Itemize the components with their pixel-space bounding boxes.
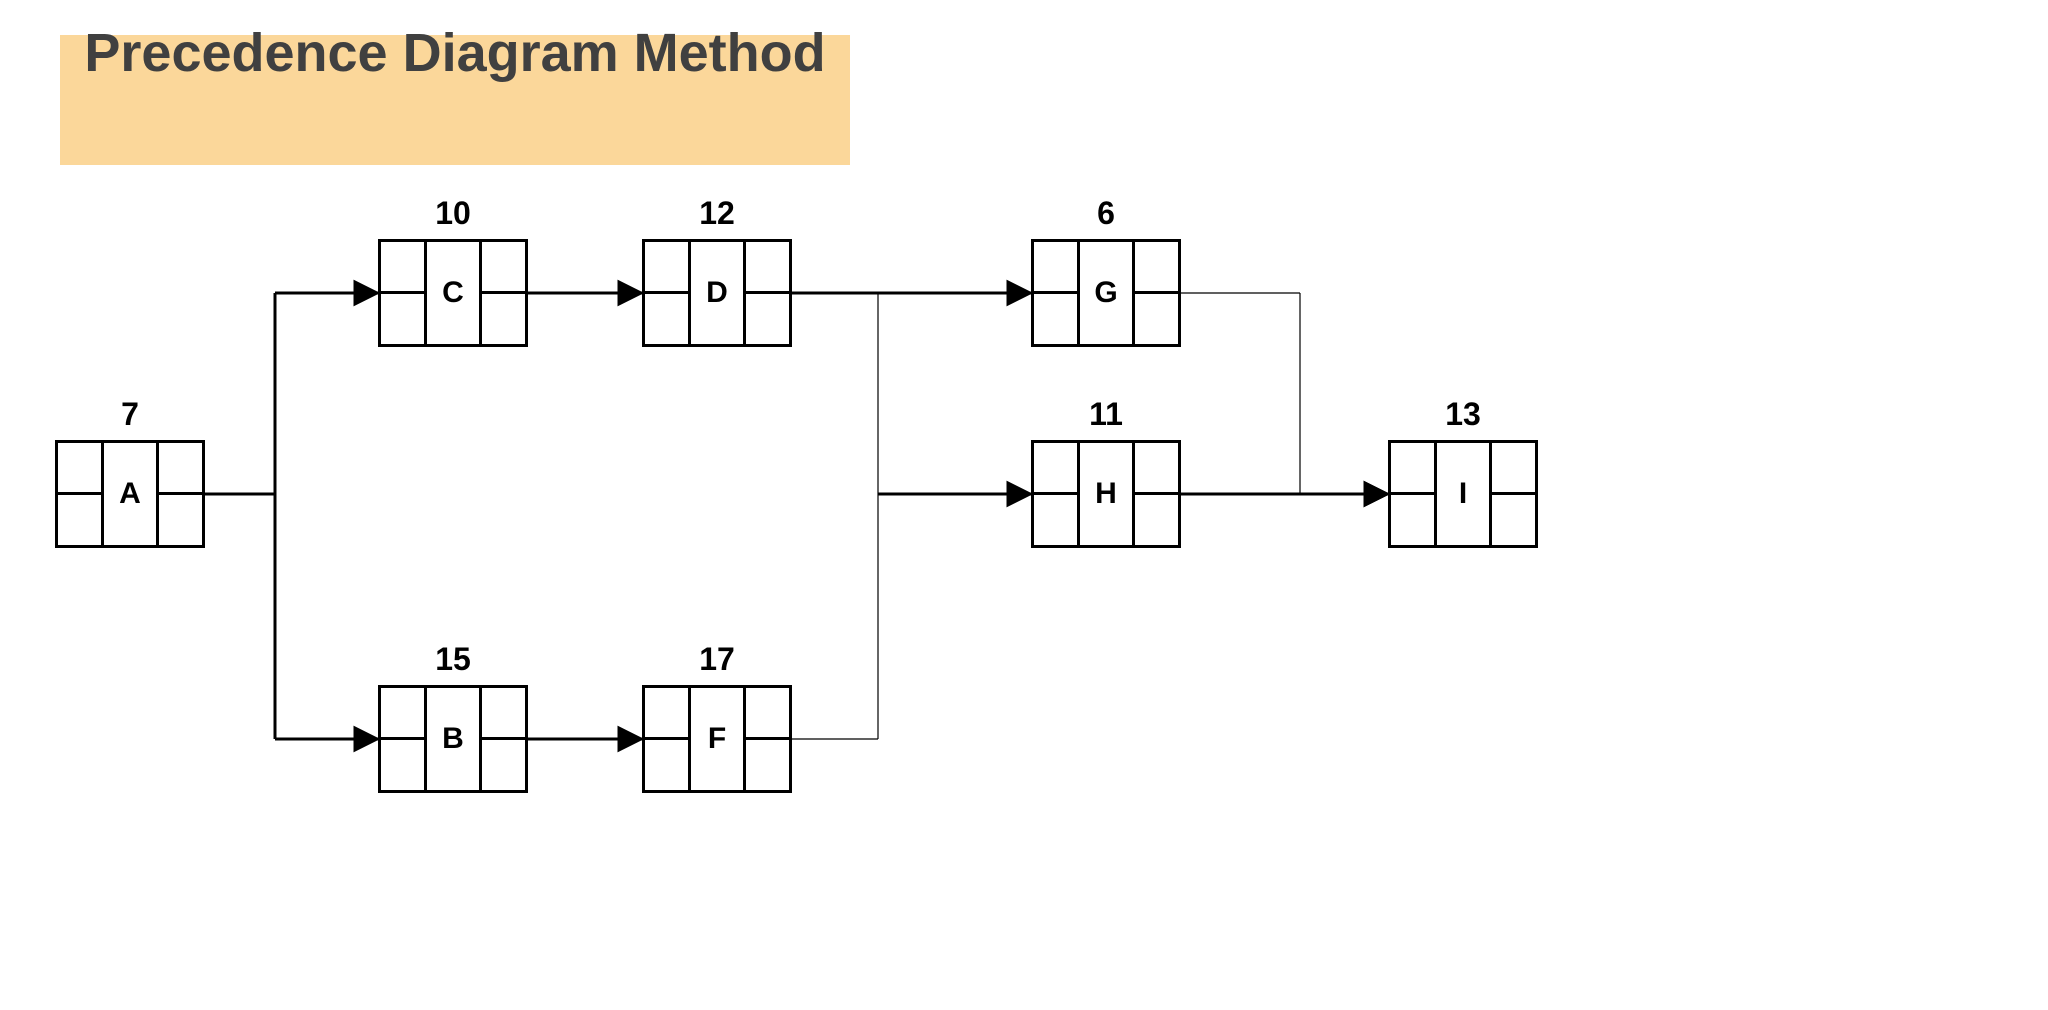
node-h-duration: 11	[1031, 396, 1181, 433]
node-f-duration: 17	[642, 641, 792, 678]
node-i-duration: 13	[1388, 396, 1538, 433]
node-h-label: H	[1095, 477, 1117, 511]
node-i: 13I	[1388, 440, 1538, 548]
node-d-label: D	[706, 276, 728, 310]
node-d: 12D	[642, 239, 792, 347]
node-g: 6G	[1031, 239, 1181, 347]
node-i-label: I	[1459, 477, 1467, 511]
node-g-duration: 6	[1031, 195, 1181, 232]
node-b-duration: 15	[378, 641, 528, 678]
node-box: C	[378, 239, 528, 347]
node-box: H	[1031, 440, 1181, 548]
node-c-label: C	[442, 276, 464, 310]
node-b: 15B	[378, 685, 528, 793]
node-box: I	[1388, 440, 1538, 548]
node-box: F	[642, 685, 792, 793]
node-g-label: G	[1094, 276, 1117, 310]
node-h: 11H	[1031, 440, 1181, 548]
node-c-duration: 10	[378, 195, 528, 232]
node-b-label: B	[442, 722, 464, 756]
node-f-label: F	[708, 722, 726, 756]
node-box: G	[1031, 239, 1181, 347]
node-box: D	[642, 239, 792, 347]
node-a-duration: 7	[55, 396, 205, 433]
node-box: A	[55, 440, 205, 548]
node-f: 17F	[642, 685, 792, 793]
node-a-label: A	[119, 477, 141, 511]
node-box: B	[378, 685, 528, 793]
node-c: 10C	[378, 239, 528, 347]
edges-canvas	[0, 0, 2048, 1010]
node-a: 7A	[55, 440, 205, 548]
node-d-duration: 12	[642, 195, 792, 232]
